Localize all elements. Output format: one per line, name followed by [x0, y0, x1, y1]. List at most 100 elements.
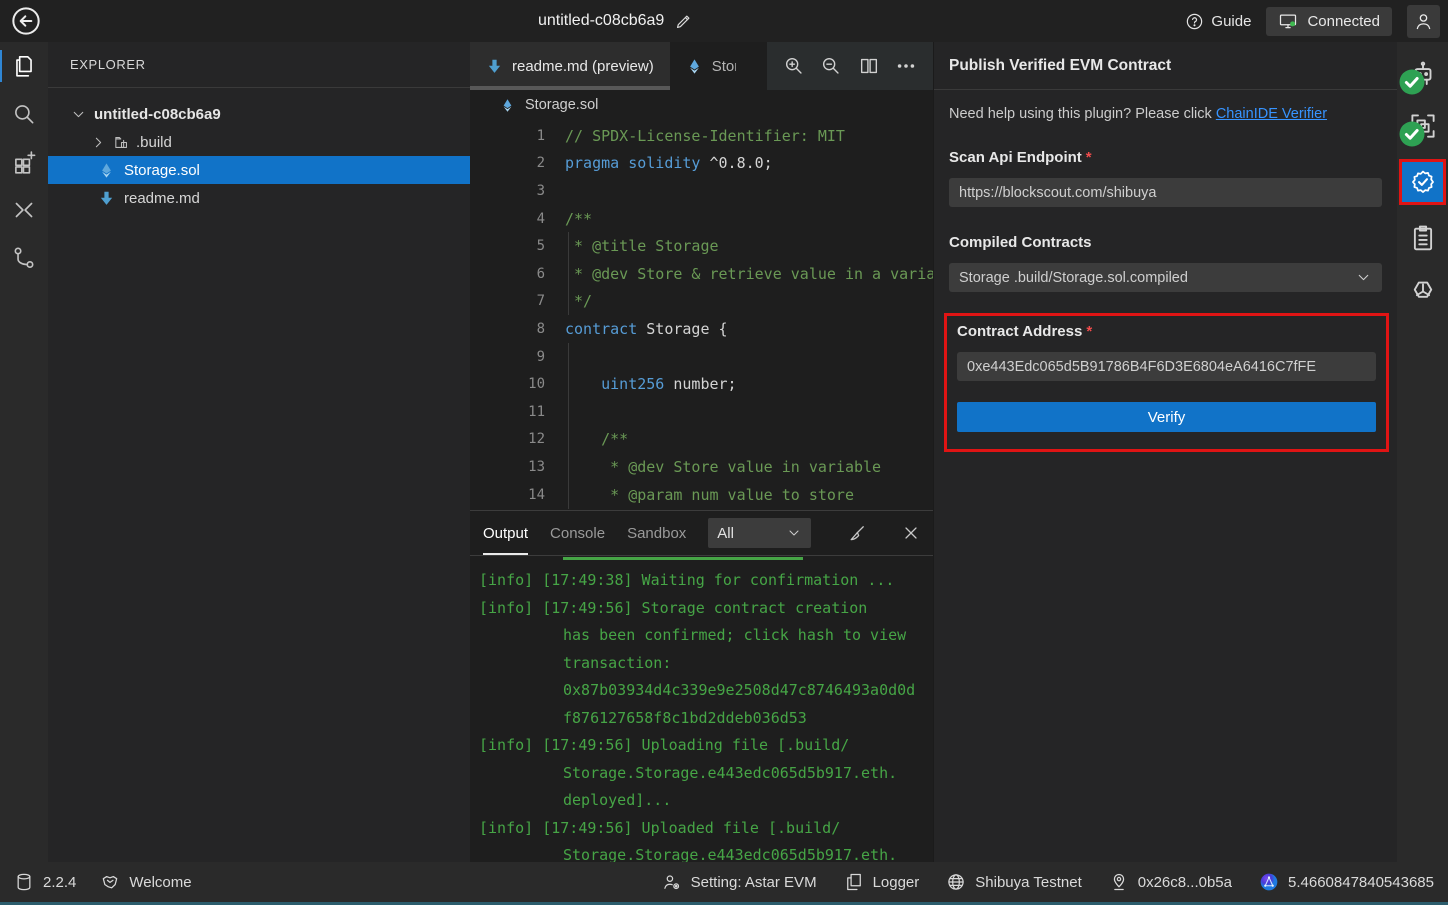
code-line: 14 * @param num value to store [470, 481, 933, 509]
line-number: 9 [470, 349, 545, 365]
code-line: 1// SPDX-License-Identifier: MIT [470, 122, 933, 150]
code-line: 10 uint256 number; [470, 370, 933, 398]
git-branch-icon [11, 245, 37, 271]
plugin-scan-button[interactable] [1397, 100, 1448, 152]
guide-button[interactable]: Guide [1185, 12, 1251, 31]
activity-search-button[interactable] [0, 90, 48, 138]
tab-storage-sol[interactable]: Stor [670, 42, 736, 90]
editor-toolbar [767, 42, 933, 90]
activity-git-button[interactable] [0, 234, 48, 282]
line-number: 10 [470, 376, 545, 392]
edit-pencil-icon[interactable] [674, 12, 693, 31]
chainide-verifier-link[interactable]: ChainIDE Verifier [1216, 106, 1327, 122]
logger-label: Logger [873, 874, 920, 891]
split-editor-icon[interactable] [858, 55, 880, 77]
topbar-right: Guide Connected [1185, 0, 1440, 42]
plugin-openai-button[interactable] [1397, 264, 1448, 316]
contract-address-label-text: Contract Address [957, 323, 1082, 340]
zoom-in-icon[interactable] [783, 55, 805, 77]
code-text: * @dev Store value in variable [545, 458, 881, 476]
ethereum-icon [500, 98, 515, 113]
more-actions-icon[interactable] [895, 55, 917, 77]
tree-item-readme-md[interactable]: readme.md [48, 184, 470, 212]
logger-button[interactable]: Logger [844, 872, 920, 892]
contract-address-input[interactable] [957, 352, 1376, 381]
tab-console[interactable]: Console [550, 511, 605, 555]
code-line: 11 [470, 398, 933, 426]
explorer-header: EXPLORER [48, 42, 470, 88]
left-activity-bar [0, 42, 48, 862]
clear-output-icon[interactable] [847, 523, 867, 543]
chainide-window: untitled-c08cb6a9 Guide Connected [0, 0, 1448, 905]
build-folder-icon [113, 134, 130, 151]
chevron-right-icon [90, 134, 107, 151]
ethereum-icon [686, 58, 703, 75]
log-line: [info] [17:49:38] Waiting for confirmati… [470, 567, 933, 595]
network-indicator[interactable]: Shibuya Testnet [946, 872, 1081, 892]
plugin-verifier-button[interactable] [1399, 159, 1446, 205]
guide-label: Guide [1211, 13, 1251, 30]
scan-api-input[interactable] [949, 178, 1382, 207]
line-number: 5 [470, 238, 545, 254]
activity-collapse-button[interactable] [0, 186, 48, 234]
tree-item-storage-sol[interactable]: Storage.sol [48, 156, 470, 184]
breadcrumb-file: Storage.sol [525, 97, 598, 113]
code-line: 3 [470, 177, 933, 205]
status-right: Setting: Astar EVM Logger Shibuya Testne… [662, 872, 1434, 892]
close-panel-icon[interactable] [901, 523, 921, 543]
code-line: 2pragma solidity ^0.8.0; [470, 150, 933, 178]
tree-item-build[interactable]: .build [48, 128, 470, 156]
line-number: 12 [470, 431, 545, 447]
highlight-rectangle: Contract Address* Verify [944, 313, 1389, 452]
file-tree: untitled-c08cb6a9 .build Storage.sol rea… [48, 88, 470, 212]
line-number: 3 [470, 183, 545, 199]
connected-label: Connected [1307, 13, 1380, 30]
code-text: // SPDX-License-Identifier: MIT [545, 127, 845, 145]
tab-sandbox[interactable]: Sandbox [627, 511, 686, 555]
code-line: 5 * @title Storage [470, 232, 933, 260]
code-text: uint256 number; [545, 375, 737, 393]
wallet-address-indicator[interactable]: 0x26c8...0b5a [1109, 872, 1232, 892]
plugin-ai-button[interactable] [1397, 48, 1448, 100]
monitor-online-icon [1278, 11, 1298, 31]
right-activity-bar [1397, 42, 1448, 862]
code-line: 4/** [470, 205, 933, 233]
welcome-button[interactable]: Welcome [100, 872, 191, 892]
avatar-button[interactable] [1407, 5, 1440, 38]
version-indicator[interactable]: 2.2.4 [14, 872, 76, 892]
compiled-contracts-select[interactable]: Storage .build/Storage.sol.compiled [949, 263, 1382, 292]
output-log[interactable]: [info] [17:49:38] Waiting for confirmati… [470, 557, 933, 862]
verifier-plugin-panel: Publish Verified EVM Contract Need help … [933, 42, 1397, 862]
line-number: 11 [470, 404, 545, 420]
code-text: * @dev Store & retrieve value in a varia [545, 265, 933, 283]
zoom-out-icon[interactable] [820, 55, 842, 77]
tab-readme-label: readme.md (preview) [512, 58, 654, 75]
verify-button[interactable]: Verify [957, 402, 1376, 432]
balance-indicator[interactable]: 5.4660847840543685 [1259, 872, 1434, 892]
compiled-contracts-value: Storage .build/Storage.sol.compiled [959, 270, 1188, 286]
setting-indicator[interactable]: Setting: Astar EVM [662, 872, 817, 892]
plugin-clipboard-button[interactable] [1397, 212, 1448, 264]
log-line: deployed]... [470, 787, 933, 815]
tab-output[interactable]: Output [483, 511, 528, 555]
setting-label: Setting: Astar EVM [691, 874, 817, 891]
activity-files-button[interactable] [0, 42, 48, 90]
code-editor[interactable]: Storage.sol 1// SPDX-License-Identifier:… [470, 90, 933, 510]
extensions-icon [11, 149, 37, 175]
back-icon[interactable] [10, 5, 42, 37]
log-line: has been confirmed; click hash to view [470, 622, 933, 650]
tab-readme-preview[interactable]: readme.md (preview) [470, 42, 670, 90]
compiled-contracts-label: Compiled Contracts [949, 234, 1382, 251]
connected-button[interactable]: Connected [1266, 7, 1392, 36]
plugin-panel-title: Publish Verified EVM Contract [934, 42, 1397, 90]
log-filter-value: All [717, 525, 734, 542]
tree-root-folder[interactable]: untitled-c08cb6a9 [48, 100, 470, 128]
line-number: 2 [470, 155, 545, 171]
status-bar: 2.2.4 Welcome Setting: Astar EVM Logger … [0, 862, 1448, 905]
activity-extensions-button[interactable] [0, 138, 48, 186]
log-filter-dropdown[interactable]: All [708, 518, 811, 548]
version-label: 2.2.4 [43, 874, 76, 891]
verified-badge-icon [1409, 168, 1437, 196]
welcome-label: Welcome [129, 874, 191, 891]
log-line: [info] [17:49:56] Uploaded file [.build/ [470, 815, 933, 843]
